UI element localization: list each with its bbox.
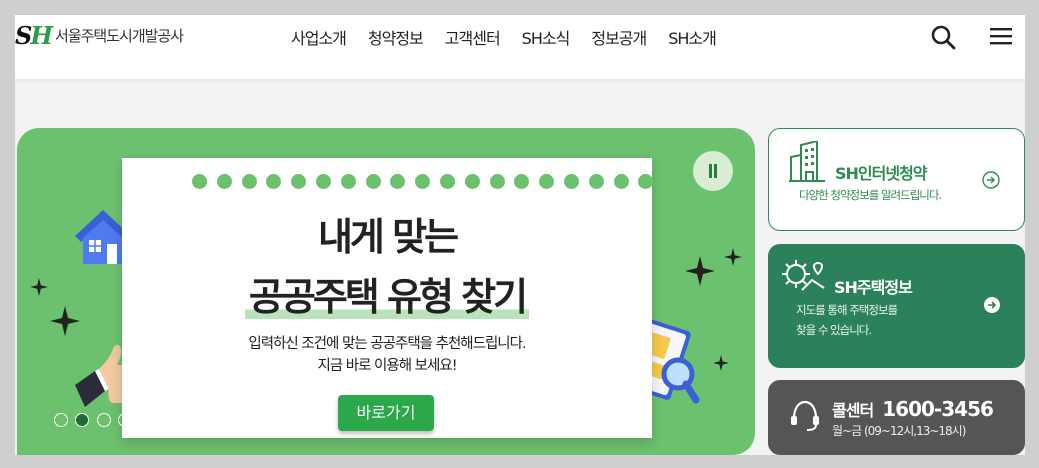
banner-title-line2: 공공주택 유형 찾기 <box>122 266 652 321</box>
slide-dot[interactable] <box>54 413 68 427</box>
gear-map-icon <box>782 260 825 291</box>
slide-dot[interactable] <box>182 413 197 427</box>
slide-dot[interactable] <box>118 413 133 427</box>
slide-dot[interactable] <box>139 413 154 427</box>
nav-item-customer-center[interactable]: 고객센터 <box>445 25 501 49</box>
sparkle-icon <box>685 256 715 286</box>
call-center-card[interactable]: 콜센터 1600-3456 월~금 (09~12시,13~18시) <box>768 380 1025 455</box>
slide-dot[interactable] <box>160 413 175 427</box>
logo[interactable]: SH 서울주택도시개발공사 <box>15 21 184 50</box>
nav-item-about[interactable]: SH소개 <box>668 25 717 49</box>
sparkle-icon <box>724 248 742 266</box>
nav-item-news[interactable]: SH소식 <box>522 25 571 49</box>
nav-item-business[interactable]: 사업소개 <box>291 25 347 49</box>
card-subtitle: 지도를 통해 주택정보를 찾을 수 있습니다. <box>796 303 898 337</box>
paper-holes <box>192 174 663 189</box>
internet-subscription-card[interactable]: SH인터넷청약 다양한 청약정보를 알려드립니다. <box>768 128 1025 231</box>
call-center-label: 콜센터 <box>832 401 874 420</box>
slide-dot[interactable] <box>203 413 218 427</box>
housing-info-card[interactable]: SH주택정보 지도를 통해 주택정보를 찾을 수 있습니다. <box>768 244 1025 368</box>
building-icon <box>789 141 825 182</box>
call-center-label-row: 콜센터 1600-3456 <box>832 397 994 421</box>
pause-button[interactable] <box>693 151 733 191</box>
arrow-right-icon <box>982 171 1000 189</box>
header: SH 서울주택도시개발공사 사업소개 청약정보 고객센터 SH소식 정보공개 S… <box>15 15 1025 79</box>
sparkle-icon <box>50 306 80 336</box>
sparkle-icon <box>30 278 48 296</box>
page-frame: SH 서울주택도시개발공사 사업소개 청약정보 고객센터 SH소식 정보공개 S… <box>15 15 1025 455</box>
call-center-hours: 월~금 (09~12시,13~18시) <box>832 424 966 438</box>
logo-text: 서울주택도시개발공사 <box>55 27 184 45</box>
nav-item-disclosure[interactable]: 정보공개 <box>591 25 647 49</box>
slide-pagination <box>54 413 268 427</box>
main-banner: 내게 맞는 공공주택 유형 찾기 입력하신 조건에 맞는 공공주택을 추천해드립… <box>17 128 755 455</box>
headset-icon <box>791 400 819 431</box>
card-title: SH인터넷청약 <box>835 164 928 183</box>
note-paper: 내게 맞는 공공주택 유형 찾기 입력하신 조건에 맞는 공공주택을 추천해드립… <box>122 158 654 438</box>
search-icon[interactable] <box>930 24 956 50</box>
nav-item-subscription[interactable]: 청약정보 <box>368 25 424 49</box>
slide-dot[interactable] <box>96 413 111 427</box>
banner-title-line1: 내게 맞는 <box>317 215 459 259</box>
slide-dot[interactable] <box>225 413 240 427</box>
call-center-number[interactable]: 1600-3456 <box>882 397 994 421</box>
slide-dot-active[interactable] <box>75 413 90 427</box>
sparkle-icon <box>713 355 729 371</box>
main-nav: 사업소개 청약정보 고객센터 SH소식 정보공개 SH소개 <box>291 25 738 49</box>
slide-dot[interactable] <box>246 413 261 427</box>
card-title: SH주택정보 <box>834 278 913 297</box>
card-subtitle: 다양한 청약정보를 알려드립니다. <box>799 188 942 202</box>
go-button[interactable]: 바로가기 <box>338 395 434 431</box>
logo-mark: SH <box>15 21 53 50</box>
banner-description: 입력하신 조건에 맞는 공공주택을 추천해드립니다. 지금 바로 이용해 보세요… <box>248 336 526 374</box>
arrow-right-icon <box>984 297 1000 313</box>
hamburger-menu-icon[interactable] <box>989 26 1013 46</box>
